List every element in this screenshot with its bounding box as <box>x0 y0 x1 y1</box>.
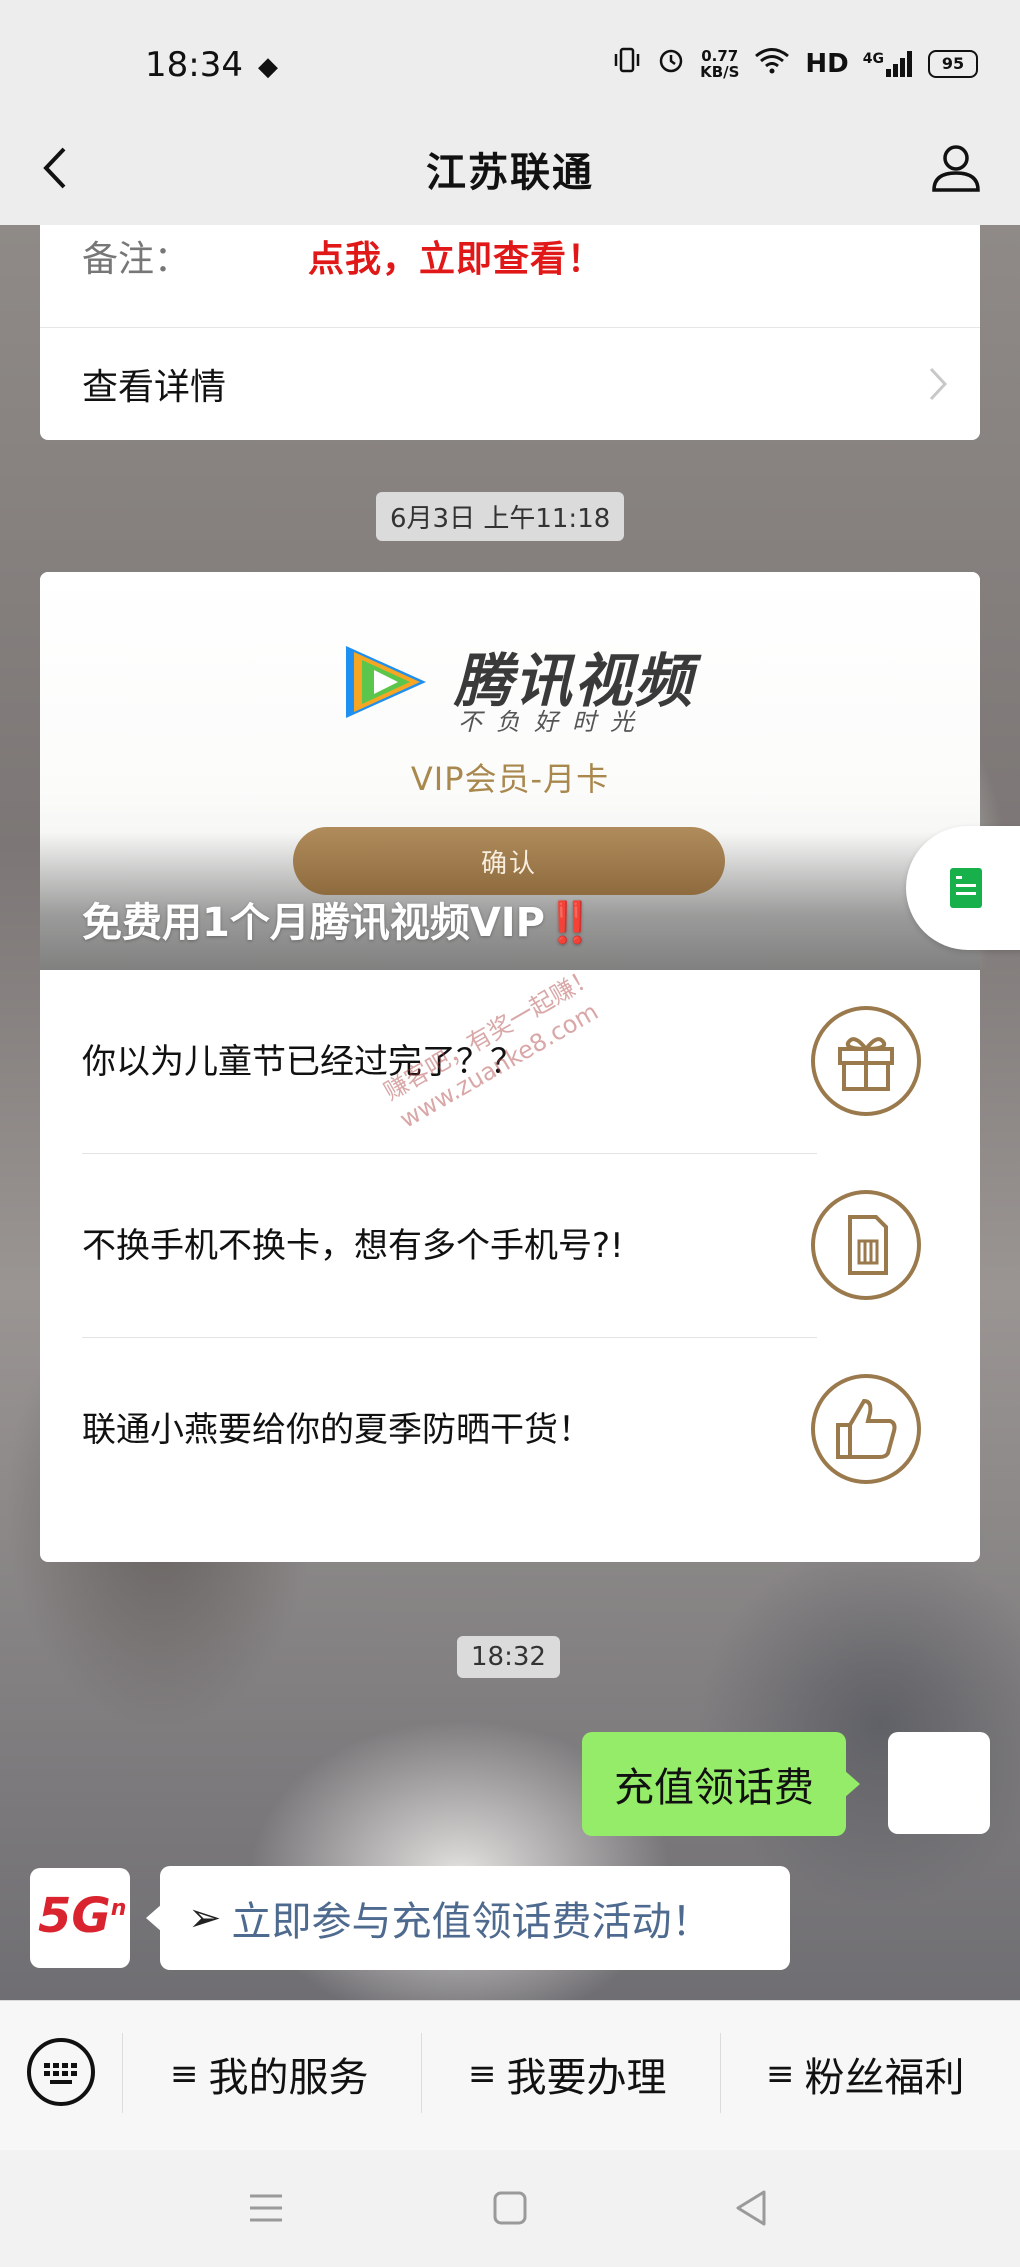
outgoing-message[interactable]: 充值领话费 <box>582 1732 860 1836</box>
back-icon[interactable] <box>732 2188 772 2228</box>
incoming-message-text: 立即参与充值领话费活动！ <box>231 1899 712 1945</box>
side-float-button[interactable] <box>906 826 1020 950</box>
list-item-text: 你以为儿童节已经过完了？？ <box>82 1042 524 1082</box>
signal-icon: 4G <box>863 50 914 77</box>
list-item[interactable]: 联通小燕要给你的夏季防晒干货！ <box>40 1338 980 1522</box>
vibrate-icon <box>612 45 642 82</box>
layers-icon: ◆ <box>258 52 278 82</box>
promo-card: 腾讯视频 不负好时光 VIP会员-月卡 确认 免费用1个月腾讯视频VIP‼️ 你… <box>40 572 980 1562</box>
bottom-menu: ≡ 我的服务 ≡ 我要办理 ≡ 粉丝福利 <box>0 2000 1020 2151</box>
remark-link[interactable]: 点我，立即查看！ <box>308 230 604 282</box>
avatar[interactable] <box>888 1732 990 1834</box>
menu-handle-business[interactable]: ≡ 我要办理 <box>468 2045 667 2103</box>
brand-slogan: 不负好时光 <box>458 708 648 736</box>
status-time: 18:34 <box>145 45 243 85</box>
thumbs-up-icon <box>811 1374 921 1484</box>
promo-banner[interactable]: 腾讯视频 不负好时光 VIP会员-月卡 确认 免费用1个月腾讯视频VIP‼️ <box>40 572 980 970</box>
document-icon <box>950 868 982 908</box>
list-item[interactable]: 不换手机不换卡，想有多个手机号?! <box>40 1154 980 1338</box>
promo-title: 免费用1个月腾讯视频VIP‼️ <box>82 900 595 946</box>
exclamation-emoji: ‼️ <box>545 900 595 946</box>
gift-icon <box>811 1006 921 1116</box>
notice-card: 备注： 点我，立即查看！ 查看详情 <box>40 225 980 440</box>
home-icon[interactable] <box>490 2188 530 2228</box>
menu-my-services[interactable]: ≡ 我的服务 <box>170 2045 369 2103</box>
remark-label: 备注： <box>82 239 191 280</box>
sim-card-icon <box>811 1190 921 1300</box>
battery-indicator: 95 <box>928 49 978 78</box>
divider <box>122 2033 123 2113</box>
alarm-icon <box>656 45 686 82</box>
arrow-icon: ➢ <box>188 1895 222 1941</box>
wifi-icon <box>753 45 791 82</box>
net-speed: 0.77 KB/S <box>700 46 740 81</box>
view-details-row[interactable]: 查看详情 <box>40 328 980 440</box>
page-title: 江苏联通 <box>426 150 594 196</box>
list-item[interactable]: 你以为儿童节已经过完了？？ <box>40 970 980 1154</box>
menu-fan-benefits[interactable]: ≡ 粉丝福利 <box>766 2045 965 2103</box>
list-item-text: 不换手机不换卡，想有多个手机号?! <box>82 1226 624 1266</box>
confirm-button[interactable]: 确认 <box>293 827 725 895</box>
timestamp: 18:32 <box>457 1636 560 1678</box>
menu-icon[interactable] <box>246 2188 286 2228</box>
tencent-video-logo-icon <box>346 646 426 718</box>
divider <box>421 2033 422 2113</box>
incoming-message[interactable]: ➢ 立即参与充值领话费活动！ <box>146 1866 790 1970</box>
system-nav-bar <box>0 2150 1020 2267</box>
profile-icon[interactable] <box>928 140 984 196</box>
list-item-text: 联通小燕要给你的夏季防晒干货！ <box>82 1410 592 1450</box>
vip-label: VIP会员-月卡 <box>410 760 610 798</box>
view-details-label: 查看详情 <box>82 367 227 408</box>
timestamp: 6月3日 上午11:18 <box>376 492 625 541</box>
5g-logo-icon: 5Gn <box>38 1888 127 1944</box>
keyboard-icon[interactable] <box>26 2037 96 2107</box>
divider <box>720 2033 721 2113</box>
hd-label: HD <box>805 48 849 79</box>
status-bar: 18:34 ◆ 0.77 KB/S HD 4G 95 <box>0 0 1020 135</box>
status-right: 0.77 KB/S HD 4G 95 <box>612 45 978 82</box>
brand-avatar[interactable]: 5Gn <box>30 1868 130 1968</box>
chevron-right-icon <box>929 367 948 401</box>
